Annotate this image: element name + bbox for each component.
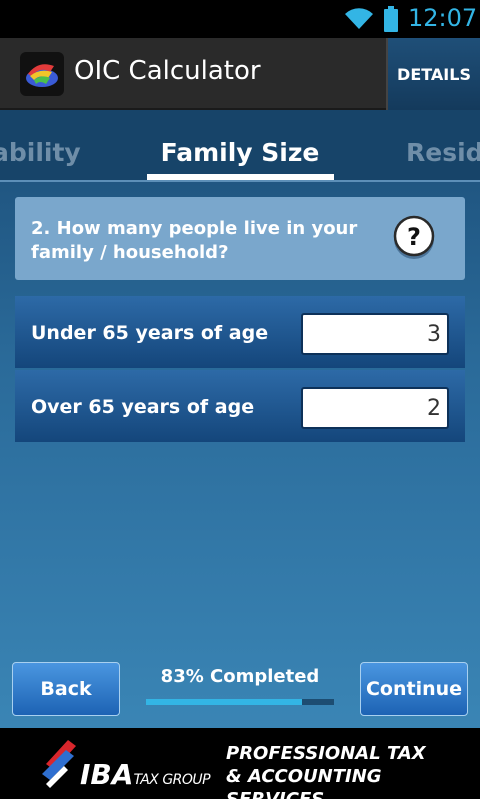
battery-icon	[384, 6, 398, 32]
progress-bar	[146, 699, 334, 705]
footer-banner: IBATAX GROUP PROFESSIONAL TAX & ACCOUNTI…	[0, 728, 480, 799]
tab-strip: ability Family Size Reside	[0, 110, 480, 182]
question-card: 2. How many people live in your family /…	[15, 197, 465, 280]
progress-bar-fill	[146, 699, 303, 705]
app-bar: OIC Calculator DETAILS	[0, 38, 480, 110]
details-button[interactable]: DETAILS	[388, 38, 480, 110]
wifi-icon	[345, 8, 373, 29]
under-65-input[interactable]	[301, 313, 449, 355]
status-bar: 12:07	[0, 0, 480, 38]
tagline: PROFESSIONAL TAX & ACCOUNTING SERVICES	[226, 742, 480, 799]
app-logo-icon[interactable]	[20, 52, 64, 96]
tagline-line-2: & ACCOUNTING SERVICES	[226, 766, 382, 799]
over-65-label: Over 65 years of age	[31, 396, 255, 418]
question-text: 2. How many people live in your family /…	[31, 218, 358, 263]
brand-main: IBA	[80, 758, 134, 791]
tagline-line-1: PROFESSIONAL TAX	[226, 743, 426, 764]
over-65-row: Over 65 years of age	[15, 370, 465, 442]
back-button[interactable]: Back	[12, 662, 120, 716]
iba-logo-icon	[42, 740, 76, 788]
under-65-label: Under 65 years of age	[31, 322, 269, 344]
active-tab-indicator	[147, 174, 334, 180]
app-title: OIC Calculator	[74, 56, 261, 86]
help-icon[interactable]: ?	[391, 214, 437, 260]
over-65-input[interactable]	[301, 387, 449, 429]
continue-button[interactable]: Continue	[360, 662, 468, 716]
under-65-row: Under 65 years of age	[15, 296, 465, 368]
main-content: ability Family Size Reside 2. How many p…	[0, 110, 480, 728]
brand-name: IBATAX GROUP	[80, 758, 211, 791]
tab-residence[interactable]: Reside	[406, 138, 480, 167]
svg-text:?: ?	[407, 223, 421, 251]
brand-sub: TAX GROUP	[133, 772, 211, 788]
status-time: 12:07	[408, 4, 478, 32]
progress-label: 83% Completed	[160, 666, 320, 687]
